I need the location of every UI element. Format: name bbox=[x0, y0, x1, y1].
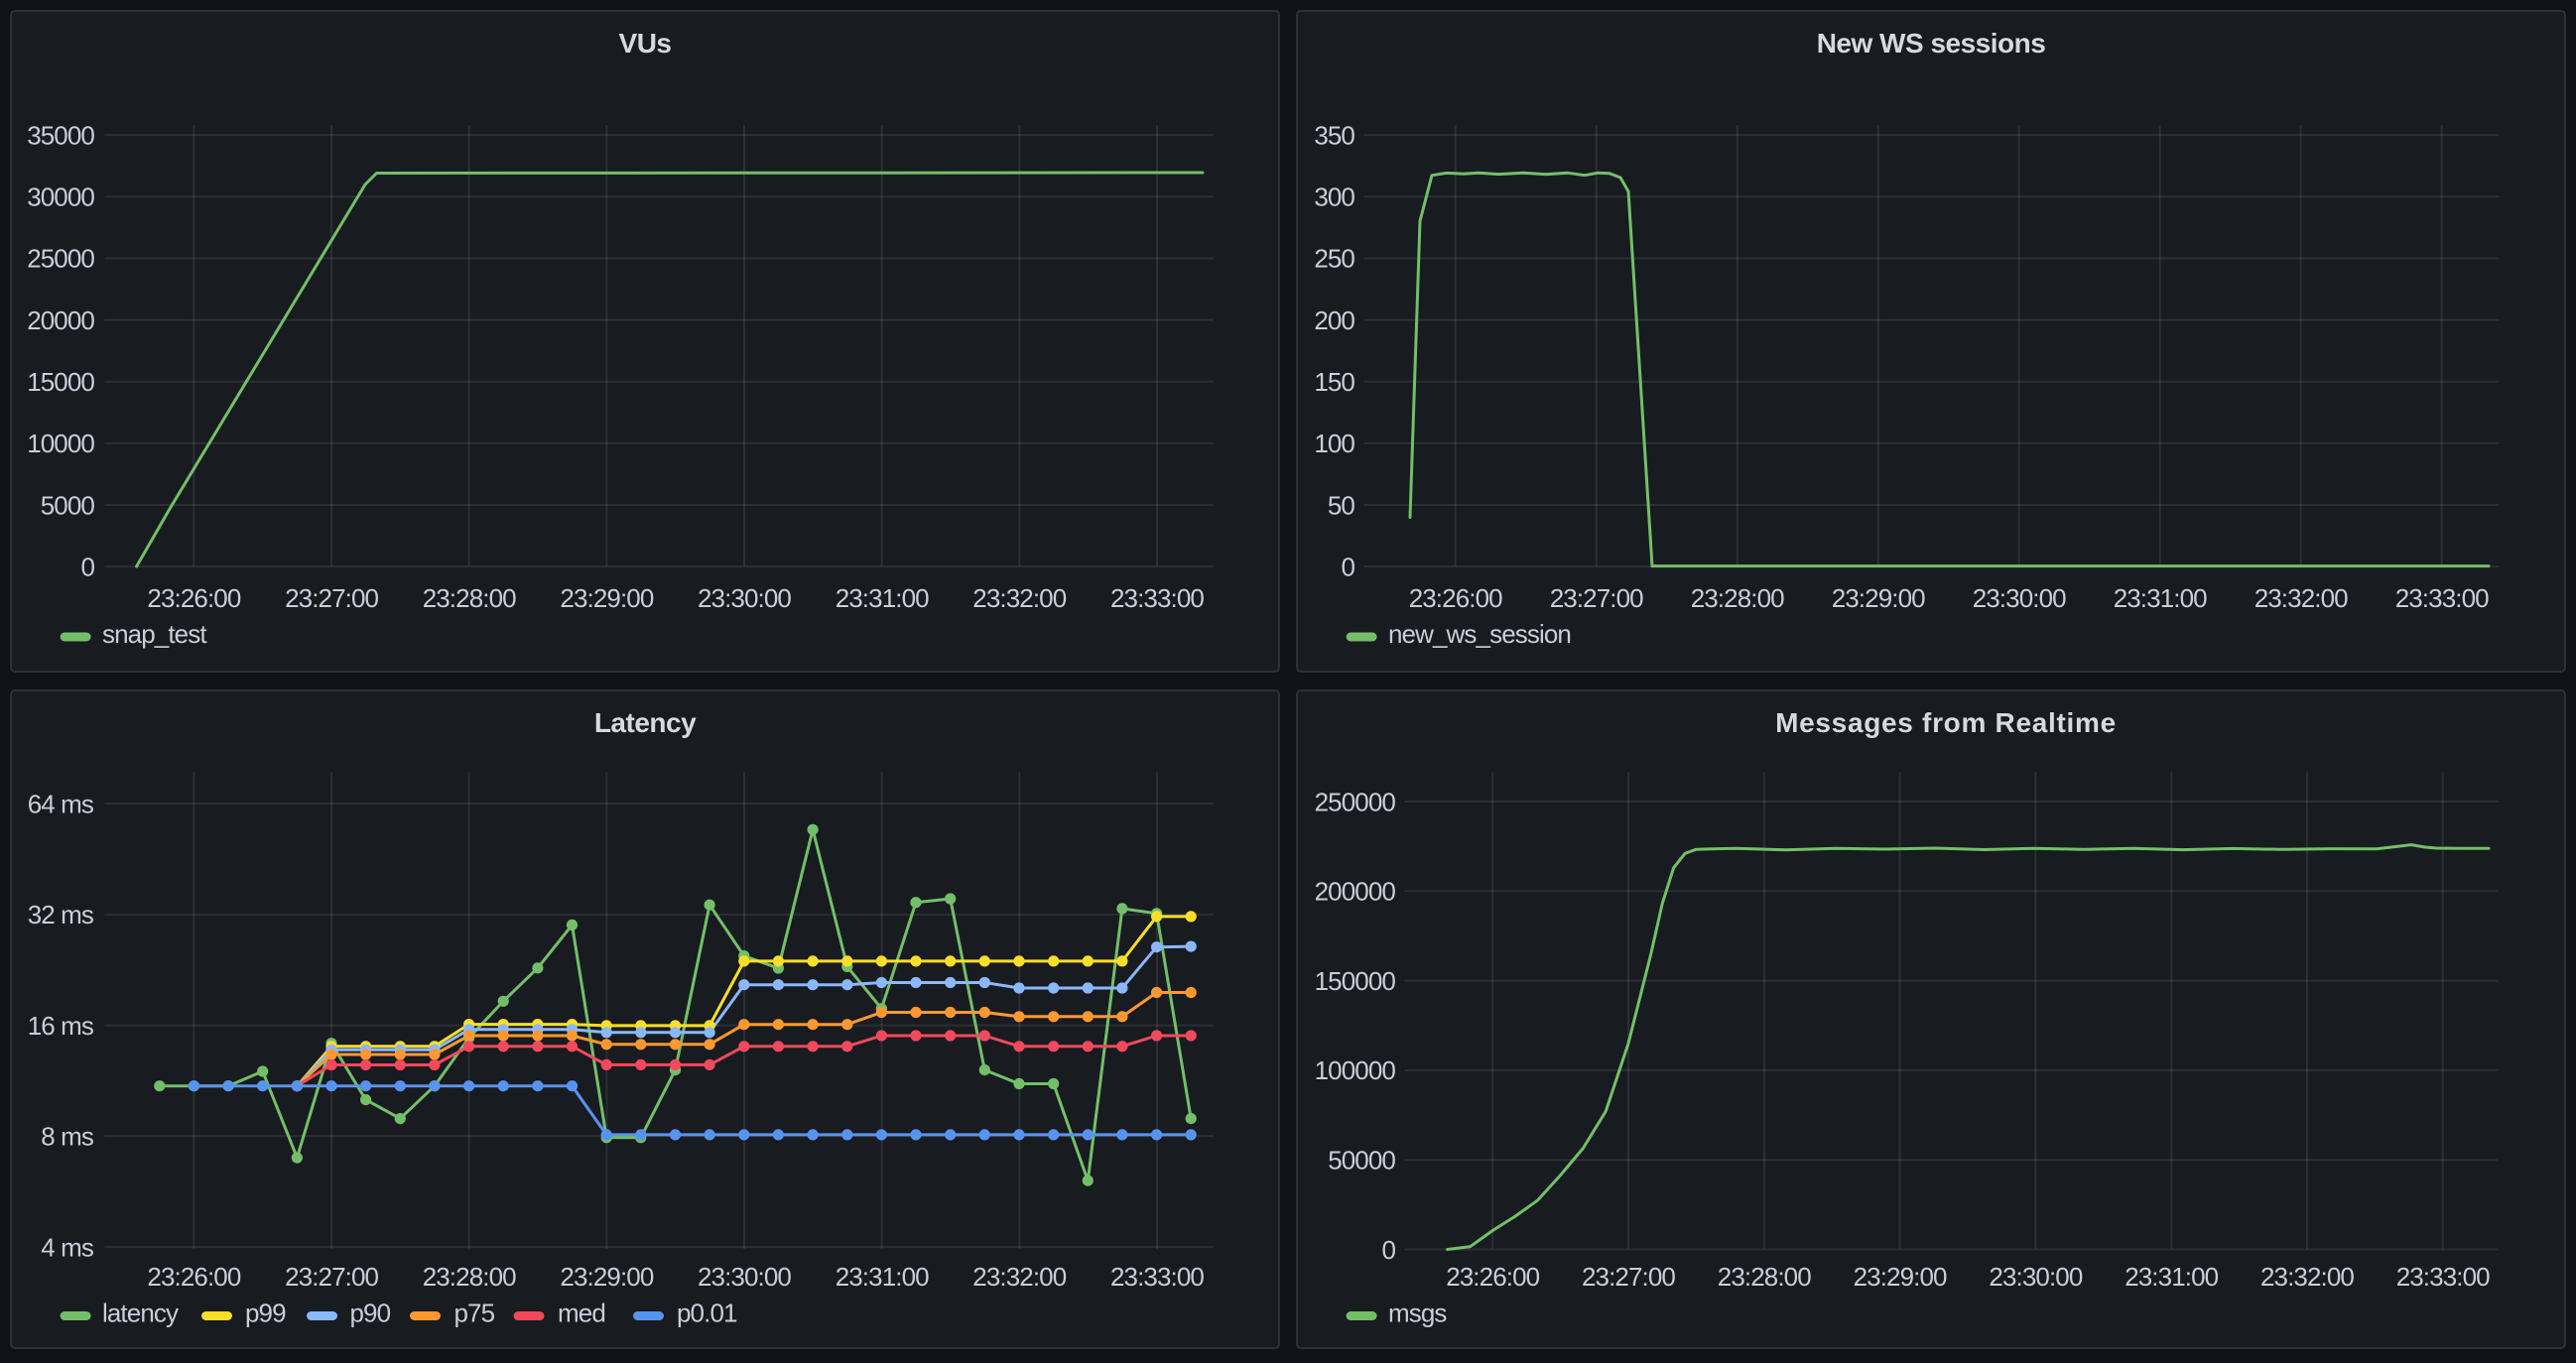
svg-text:23:30:00: 23:30:00 bbox=[698, 1262, 791, 1292]
svg-text:30000: 30000 bbox=[27, 183, 94, 212]
svg-text:new_ws_session: new_ws_session bbox=[1388, 619, 1571, 649]
svg-text:5000: 5000 bbox=[41, 490, 95, 520]
svg-text:23:33:00: 23:33:00 bbox=[1110, 583, 1204, 613]
svg-text:15000: 15000 bbox=[27, 367, 94, 397]
svg-text:32 ms: 32 ms bbox=[28, 900, 94, 929]
svg-text:p90: p90 bbox=[350, 1299, 391, 1328]
svg-text:23:29:00: 23:29:00 bbox=[1832, 583, 1925, 613]
svg-text:New WS sessions: New WS sessions bbox=[1817, 28, 2046, 59]
svg-text:23:26:00: 23:26:00 bbox=[147, 583, 240, 613]
svg-text:p0.01: p0.01 bbox=[677, 1299, 737, 1328]
svg-text:23:32:00: 23:32:00 bbox=[2254, 583, 2348, 613]
svg-text:23:33:00: 23:33:00 bbox=[2396, 1262, 2490, 1292]
svg-text:25000: 25000 bbox=[27, 244, 94, 274]
svg-text:0: 0 bbox=[1341, 552, 1354, 581]
svg-text:snap_test: snap_test bbox=[102, 619, 207, 649]
svg-text:23:30:00: 23:30:00 bbox=[1989, 1262, 2082, 1292]
svg-text:23:28:00: 23:28:00 bbox=[1718, 1262, 1811, 1292]
svg-text:23:27:00: 23:27:00 bbox=[1582, 1262, 1675, 1292]
svg-text:23:28:00: 23:28:00 bbox=[423, 1262, 516, 1292]
svg-text:23:32:00: 23:32:00 bbox=[2260, 1262, 2354, 1292]
svg-text:200000: 200000 bbox=[1315, 877, 1396, 907]
svg-text:latency: latency bbox=[102, 1299, 179, 1328]
svg-text:200: 200 bbox=[1314, 306, 1354, 335]
svg-text:med: med bbox=[558, 1299, 605, 1328]
svg-text:23:29:00: 23:29:00 bbox=[560, 583, 653, 613]
svg-text:100: 100 bbox=[1314, 429, 1354, 458]
svg-text:23:31:00: 23:31:00 bbox=[836, 583, 929, 613]
svg-text:23:28:00: 23:28:00 bbox=[423, 583, 516, 613]
svg-text:23:26:00: 23:26:00 bbox=[147, 1262, 240, 1292]
svg-text:4 ms: 4 ms bbox=[41, 1232, 94, 1262]
svg-text:23:26:00: 23:26:00 bbox=[1409, 583, 1502, 613]
svg-text:23:29:00: 23:29:00 bbox=[1854, 1262, 1947, 1292]
svg-text:23:30:00: 23:30:00 bbox=[1973, 583, 2066, 613]
svg-text:0: 0 bbox=[80, 552, 94, 581]
svg-text:23:27:00: 23:27:00 bbox=[285, 1262, 378, 1292]
svg-text:35000: 35000 bbox=[27, 120, 94, 150]
svg-text:23:26:00: 23:26:00 bbox=[1446, 1262, 1539, 1292]
svg-text:50: 50 bbox=[1328, 490, 1355, 520]
svg-text:msgs: msgs bbox=[1388, 1299, 1447, 1328]
svg-text:23:28:00: 23:28:00 bbox=[1691, 583, 1784, 613]
svg-text:8 ms: 8 ms bbox=[41, 1122, 94, 1152]
svg-text:Messages from Realtime: Messages from Realtime bbox=[1775, 707, 2117, 738]
svg-text:p99: p99 bbox=[245, 1299, 286, 1328]
svg-text:VUs: VUs bbox=[619, 28, 672, 59]
svg-text:23:33:00: 23:33:00 bbox=[1110, 1262, 1204, 1292]
svg-text:p75: p75 bbox=[454, 1299, 495, 1328]
svg-text:300: 300 bbox=[1314, 183, 1354, 212]
svg-text:100000: 100000 bbox=[1315, 1055, 1396, 1085]
svg-text:23:27:00: 23:27:00 bbox=[285, 583, 378, 613]
svg-text:23:29:00: 23:29:00 bbox=[560, 1262, 653, 1292]
svg-text:350: 350 bbox=[1314, 120, 1354, 150]
svg-text:0: 0 bbox=[1381, 1235, 1395, 1265]
svg-text:23:31:00: 23:31:00 bbox=[2125, 1262, 2218, 1292]
svg-text:23:30:00: 23:30:00 bbox=[698, 583, 791, 613]
svg-text:250: 250 bbox=[1314, 244, 1354, 274]
svg-text:16 ms: 16 ms bbox=[28, 1011, 94, 1041]
svg-text:64 ms: 64 ms bbox=[28, 789, 94, 818]
svg-text:20000: 20000 bbox=[27, 306, 94, 335]
svg-text:23:31:00: 23:31:00 bbox=[836, 1262, 929, 1292]
svg-text:23:32:00: 23:32:00 bbox=[972, 1262, 1066, 1292]
svg-text:250000: 250000 bbox=[1315, 787, 1396, 816]
svg-text:23:27:00: 23:27:00 bbox=[1550, 583, 1643, 613]
svg-text:150000: 150000 bbox=[1315, 966, 1396, 996]
svg-text:23:31:00: 23:31:00 bbox=[2114, 583, 2207, 613]
svg-text:10000: 10000 bbox=[27, 429, 94, 458]
svg-text:150: 150 bbox=[1314, 367, 1354, 397]
svg-text:50000: 50000 bbox=[1328, 1146, 1395, 1176]
svg-text:23:33:00: 23:33:00 bbox=[2395, 583, 2489, 613]
svg-text:23:32:00: 23:32:00 bbox=[972, 583, 1066, 613]
svg-text:Latency: Latency bbox=[594, 707, 697, 738]
